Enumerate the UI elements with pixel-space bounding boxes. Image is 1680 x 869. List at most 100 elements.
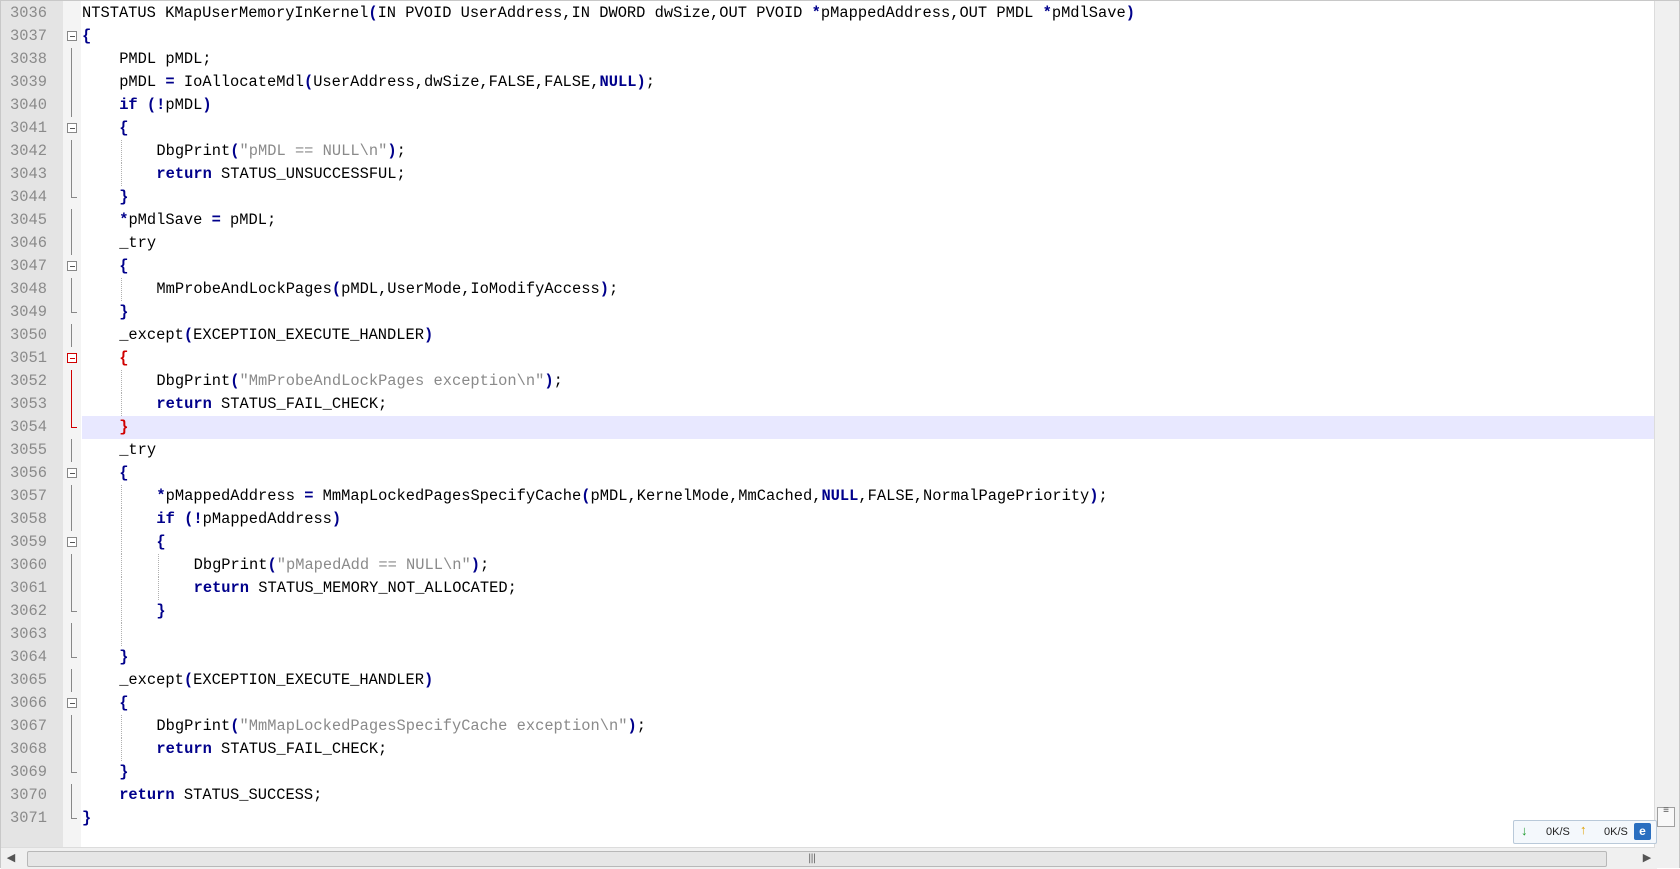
code-line[interactable]: 3040 if (!pMDL) xyxy=(1,94,1680,117)
code-text[interactable]: { xyxy=(82,255,1654,278)
code-line[interactable]: 3066 { xyxy=(1,692,1680,715)
vertical-scrollbar[interactable]: ≡ xyxy=(1654,1,1679,847)
code-text[interactable]: _try xyxy=(82,439,1654,462)
code-text[interactable]: return STATUS_FAIL_CHECK; xyxy=(82,738,1654,761)
code-line[interactable]: 3058 if (!pMappedAddress) xyxy=(1,508,1680,531)
code-line[interactable]: 3052 DbgPrint("MmProbeAndLockPages except… xyxy=(1,370,1680,393)
horizontal-scrollbar[interactable]: ◀ ||| ▶ xyxy=(1,847,1657,869)
code-line[interactable]: 3042 DbgPrint("pMDL == NULL\n"); xyxy=(1,140,1680,163)
code-line[interactable]: 3038 PMDL pMDL; xyxy=(1,48,1680,71)
fold-marker[interactable] xyxy=(63,462,81,485)
code-text[interactable]: DbgPrint("pMDL == NULL\n"); xyxy=(82,140,1654,163)
code-text[interactable]: return STATUS_SUCCESS; xyxy=(82,784,1654,807)
code-text[interactable]: } xyxy=(82,600,1654,623)
code-line[interactable]: 3051 { xyxy=(1,347,1680,370)
code-line[interactable]: 3065 _except(EXCEPTION_EXECUTE_HANDLER) xyxy=(1,669,1680,692)
ie-icon[interactable]: e xyxy=(1634,823,1651,840)
code-line[interactable]: 3047 { xyxy=(1,255,1680,278)
fold-marker[interactable] xyxy=(63,255,81,278)
code-line[interactable]: 3068 return STATUS_FAIL_CHECK; xyxy=(1,738,1680,761)
code-text[interactable]: } xyxy=(82,646,1654,669)
code-line[interactable]: 3071} xyxy=(1,807,1680,830)
code-line[interactable]: 3056 { xyxy=(1,462,1680,485)
fold-collapse-icon[interactable] xyxy=(67,537,77,547)
fold-marker[interactable] xyxy=(63,531,81,554)
code-text[interactable]: } xyxy=(82,301,1654,324)
code-text[interactable]: if (!pMappedAddress) xyxy=(82,508,1654,531)
code-text[interactable]: } xyxy=(82,416,1654,439)
code-line[interactable]: 3057 *pMappedAddress = MmMapLockedPagesSp… xyxy=(1,485,1680,508)
code-text[interactable] xyxy=(82,623,1654,646)
code-text[interactable]: return STATUS_MEMORY_NOT_ALLOCATED; xyxy=(82,577,1654,600)
code-line[interactable]: 3036 NTSTATUS KMapUserMemoryInKernel(IN P… xyxy=(1,2,1680,25)
code-line[interactable]: 3045 *pMdlSave = pMDL; xyxy=(1,209,1680,232)
code-text[interactable]: { xyxy=(82,692,1654,715)
fold-collapse-icon[interactable] xyxy=(67,261,77,271)
code-text[interactable]: _try xyxy=(82,232,1654,255)
fold-collapse-icon[interactable] xyxy=(67,31,77,41)
fold-marker xyxy=(63,232,81,255)
code-line[interactable]: 3046 _try xyxy=(1,232,1680,255)
scroll-right-icon[interactable]: ▶ xyxy=(1637,848,1657,869)
code-editor[interactable]: 3036 NTSTATUS KMapUserMemoryInKernel(IN P… xyxy=(0,0,1680,869)
code-text[interactable]: return STATUS_FAIL_CHECK; xyxy=(82,393,1654,416)
code-line[interactable]: 3041 { xyxy=(1,117,1680,140)
code-line[interactable]: 3061 return STATUS_MEMORY_NOT_ALLOCATED; xyxy=(1,577,1680,600)
code-text[interactable]: pMDL = IoAllocateMdl(UserAddress,dwSize,… xyxy=(82,71,1654,94)
code-text[interactable]: *pMdlSave = pMDL; xyxy=(82,209,1654,232)
code-text[interactable]: } xyxy=(82,761,1654,784)
code-line[interactable]: 3067 DbgPrint("MmMapLockedPagesSpecifyCac… xyxy=(1,715,1680,738)
code-line[interactable]: 3060 DbgPrint("pMapedAdd == NULL\n"); xyxy=(1,554,1680,577)
code-text[interactable]: { xyxy=(82,25,1654,48)
code-line[interactable]: 3069} xyxy=(1,761,1680,784)
code-line[interactable]: 3054} xyxy=(1,416,1680,439)
code-lines[interactable]: 3036 NTSTATUS KMapUserMemoryInKernel(IN P… xyxy=(1,2,1680,830)
code-text[interactable]: DbgPrint("MmMapLockedPagesSpecifyCache e… xyxy=(82,715,1654,738)
code-line[interactable]: 3050 _except(EXCEPTION_EXECUTE_HANDLER) xyxy=(1,324,1680,347)
code-text[interactable]: _except(EXCEPTION_EXECUTE_HANDLER) xyxy=(82,324,1654,347)
fold-marker[interactable] xyxy=(63,117,81,140)
code-line[interactable]: 3059 { xyxy=(1,531,1680,554)
code-text[interactable]: DbgPrint("pMapedAdd == NULL\n"); xyxy=(82,554,1654,577)
fold-collapse-icon[interactable] xyxy=(67,698,77,708)
split-grip-icon[interactable]: ≡ xyxy=(1657,806,1675,827)
network-speed-widget[interactable]: ↓ 0K/S ↑ 0K/S e xyxy=(1513,820,1657,844)
code-line[interactable]: 3063 xyxy=(1,623,1680,646)
code-line[interactable]: 3055 _try xyxy=(1,439,1680,462)
code-line[interactable]: 3070 return STATUS_SUCCESS; xyxy=(1,784,1680,807)
code-text[interactable]: { xyxy=(82,117,1654,140)
code-text[interactable]: PMDL pMDL; xyxy=(82,48,1654,71)
line-number: 3036 xyxy=(1,2,57,25)
fold-collapse-icon[interactable] xyxy=(67,353,77,363)
code-token: } xyxy=(119,418,129,436)
code-text[interactable]: MmProbeAndLockPages(pMDL,UserMode,IoModi… xyxy=(82,278,1654,301)
code-text[interactable]: { xyxy=(82,347,1654,370)
code-line[interactable]: 3064} xyxy=(1,646,1680,669)
code-line[interactable]: 3049} xyxy=(1,301,1680,324)
fold-marker[interactable] xyxy=(63,25,81,48)
code-text[interactable]: _except(EXCEPTION_EXECUTE_HANDLER) xyxy=(82,669,1654,692)
code-line[interactable]: 3043 return STATUS_UNSUCCESSFUL; xyxy=(1,163,1680,186)
code-text[interactable]: { xyxy=(82,462,1654,485)
code-text[interactable]: } xyxy=(82,807,1654,830)
fold-collapse-icon[interactable] xyxy=(67,123,77,133)
fold-collapse-icon[interactable] xyxy=(67,468,77,478)
code-text[interactable]: { xyxy=(82,531,1654,554)
scroll-left-icon[interactable]: ◀ xyxy=(1,848,21,869)
fold-marker[interactable] xyxy=(63,692,81,715)
code-text[interactable]: if (!pMDL) xyxy=(82,94,1654,117)
horizontal-scroll-thumb[interactable]: ||| xyxy=(27,851,1607,867)
code-text[interactable]: return STATUS_UNSUCCESSFUL; xyxy=(82,163,1654,186)
code-line[interactable]: 3062} xyxy=(1,600,1680,623)
code-line[interactable]: 3048 MmProbeAndLockPages(pMDL,UserMode,Io… xyxy=(1,278,1680,301)
code-text[interactable]: *pMappedAddress = MmMapLockedPagesSpecif… xyxy=(82,485,1654,508)
code-token: ; xyxy=(608,280,619,298)
code-line[interactable]: 3053 return STATUS_FAIL_CHECK; xyxy=(1,393,1680,416)
code-line[interactable]: 3044} xyxy=(1,186,1680,209)
code-text[interactable]: DbgPrint("MmProbeAndLockPages exception\… xyxy=(82,370,1654,393)
code-line[interactable]: 3039 pMDL = IoAllocateMdl(UserAddress,dwS… xyxy=(1,71,1680,94)
code-text[interactable]: } xyxy=(82,186,1654,209)
code-text[interactable]: NTSTATUS KMapUserMemoryInKernel(IN PVOID… xyxy=(82,2,1654,25)
fold-marker[interactable] xyxy=(63,347,81,370)
code-line[interactable]: 3037 { xyxy=(1,25,1680,48)
